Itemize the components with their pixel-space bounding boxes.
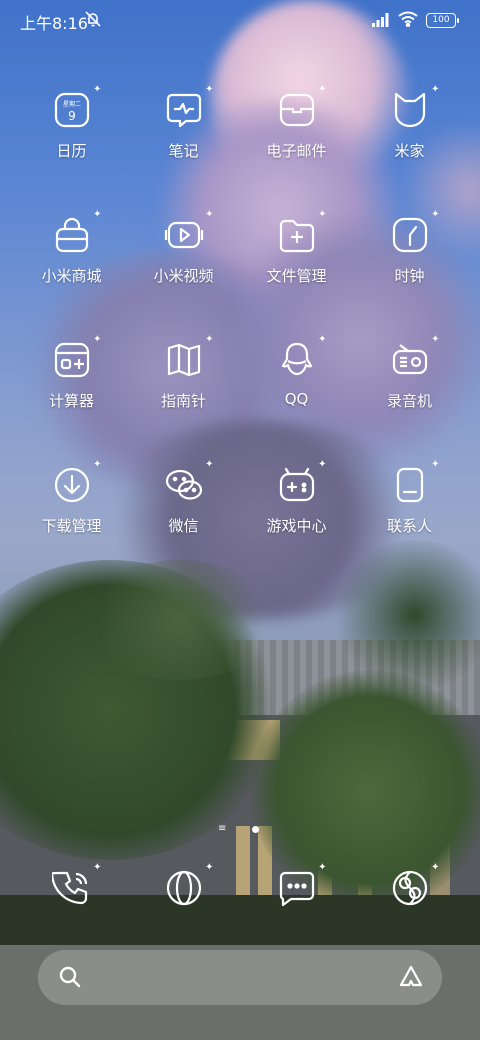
notes-icon: ✦ — [164, 84, 214, 130]
app-label: 米家 — [394, 142, 425, 160]
page-dot-active — [252, 826, 259, 833]
app-label: 游戏中心 — [266, 517, 327, 535]
dock-phone[interactable]: ✦ — [15, 862, 128, 908]
sparkle-icon: ✦ — [93, 459, 102, 470]
app-label: 录音机 — [386, 392, 432, 410]
sparkle-icon: ✦ — [205, 862, 214, 873]
app-mi-video[interactable]: ✦ 小米视频 — [127, 209, 240, 286]
app-calculator[interactable]: ✦ 计算器 — [15, 334, 128, 411]
dock-messages[interactable]: ✦ — [240, 862, 353, 908]
status-time: 上午8:16 — [20, 14, 88, 33]
sparkle-icon: ✦ — [205, 334, 214, 345]
app-email[interactable]: ✦ 电子邮件 — [240, 84, 353, 161]
map-icon: ✦ — [164, 334, 214, 380]
calendar-day: 9 — [68, 109, 76, 123]
sparkle-icon: ✦ — [205, 209, 214, 220]
app-label: 小米商城 — [41, 267, 102, 285]
sparkle-icon: ✦ — [318, 459, 327, 470]
app-game-center[interactable]: ✦ 游戏中心 — [240, 459, 353, 536]
app-clock[interactable]: ✦ 时钟 — [353, 209, 466, 286]
recorder-icon: ✦ — [390, 334, 440, 380]
phone-icon: ✦ — [50, 862, 102, 908]
messages-icon: ✦ — [277, 862, 327, 908]
app-notes[interactable]: ✦ 笔记 — [127, 84, 240, 161]
app-mijia[interactable]: ✦ 米家 — [353, 84, 466, 161]
sparkle-icon: ✦ — [205, 84, 214, 95]
video-icon: ✦ — [164, 209, 214, 255]
mijia-icon: ✦ — [390, 84, 440, 130]
sparkle-icon: ✦ — [93, 84, 102, 95]
app-label: 小米视频 — [153, 267, 214, 285]
app-label: 电子邮件 — [266, 142, 327, 160]
contacts-icon: ✦ — [390, 459, 440, 505]
sparkle-icon: ✦ — [205, 459, 214, 470]
app-label: 指南针 — [160, 392, 206, 410]
app-drawer-indicator: ≡ — [218, 823, 227, 834]
page-indicator[interactable]: ≡ — [218, 824, 262, 836]
sparkle-icon: ✦ — [431, 209, 440, 220]
calendar-weekday: 星期二 — [62, 100, 80, 108]
wechat-icon: ✦ — [164, 459, 214, 505]
assistant-icon[interactable] — [398, 964, 424, 990]
app-label: 时钟 — [394, 267, 425, 285]
clock-icon: ✦ — [390, 209, 440, 255]
app-label: 联系人 — [386, 517, 432, 535]
sparkle-icon: ✦ — [318, 862, 327, 873]
app-label: 微信 — [168, 517, 199, 535]
app-contacts[interactable]: ✦ 联系人 — [353, 459, 466, 536]
app-mi-store[interactable]: ✦ 小米商城 — [15, 209, 128, 286]
sparkle-icon: ✦ — [93, 209, 102, 220]
sparkle-icon: ✦ — [93, 334, 102, 345]
app-label: 计算器 — [48, 392, 94, 410]
mute-icon — [85, 11, 101, 27]
gallery-icon: ✦ — [390, 862, 440, 908]
sparkle-icon: ✦ — [431, 459, 440, 470]
app-downloads[interactable]: ✦ 下载管理 — [15, 459, 128, 536]
qq-icon: ✦ — [277, 334, 327, 380]
app-qq[interactable]: ✦ QQ — [240, 334, 353, 408]
sparkle-icon: ✦ — [318, 334, 327, 345]
app-compass[interactable]: ✦ 指南针 — [127, 334, 240, 411]
app-calendar[interactable]: 星期二 9 ✦ 日历 — [15, 84, 128, 161]
sparkle-icon: ✦ — [318, 209, 327, 220]
app-wechat[interactable]: ✦ 微信 — [127, 459, 240, 536]
email-icon: ✦ — [277, 84, 327, 130]
game-icon: ✦ — [277, 459, 327, 505]
dock-gallery[interactable]: ✦ — [353, 862, 466, 908]
search-bar[interactable] — [38, 950, 442, 1005]
sparkle-icon: ✦ — [431, 862, 440, 873]
app-file-manager[interactable]: ✦ 文件管理 — [240, 209, 353, 286]
sparkle-icon: ✦ — [431, 84, 440, 95]
download-icon: ✦ — [52, 459, 102, 505]
sparkle-icon: ✦ — [318, 84, 327, 95]
calendar-icon: 星期二 9 ✦ — [52, 84, 102, 130]
search-icon[interactable] — [58, 965, 82, 989]
app-grid: 星期二 9 ✦ 日历 ✦ 笔记 ✦ 电子邮件 ✦ 米家 ✦ 小米商城 ✦ 小米视… — [0, 84, 480, 590]
sparkle-icon: ✦ — [93, 862, 102, 873]
shopping-bag-icon: ✦ — [52, 209, 102, 255]
app-label: 笔记 — [168, 142, 199, 160]
app-label: 文件管理 — [266, 267, 327, 285]
signal-icon — [372, 13, 389, 27]
status-bar: 上午8:16 100 — [0, 0, 480, 40]
app-recorder[interactable]: ✦ 录音机 — [353, 334, 466, 411]
dock: ✦ ✦ ✦ ✦ — [0, 862, 480, 918]
dock-browser[interactable]: ✦ — [127, 862, 240, 908]
calculator-icon: ✦ — [52, 334, 102, 380]
browser-icon: ✦ — [164, 862, 214, 908]
sparkle-icon: ✦ — [431, 334, 440, 345]
app-label: QQ — [284, 390, 309, 408]
wifi-icon — [398, 11, 418, 27]
folder-icon: ✦ — [277, 209, 327, 255]
app-label: 下载管理 — [41, 517, 102, 535]
app-label: 日历 — [56, 142, 87, 160]
battery-indicator: 100 — [426, 13, 459, 28]
